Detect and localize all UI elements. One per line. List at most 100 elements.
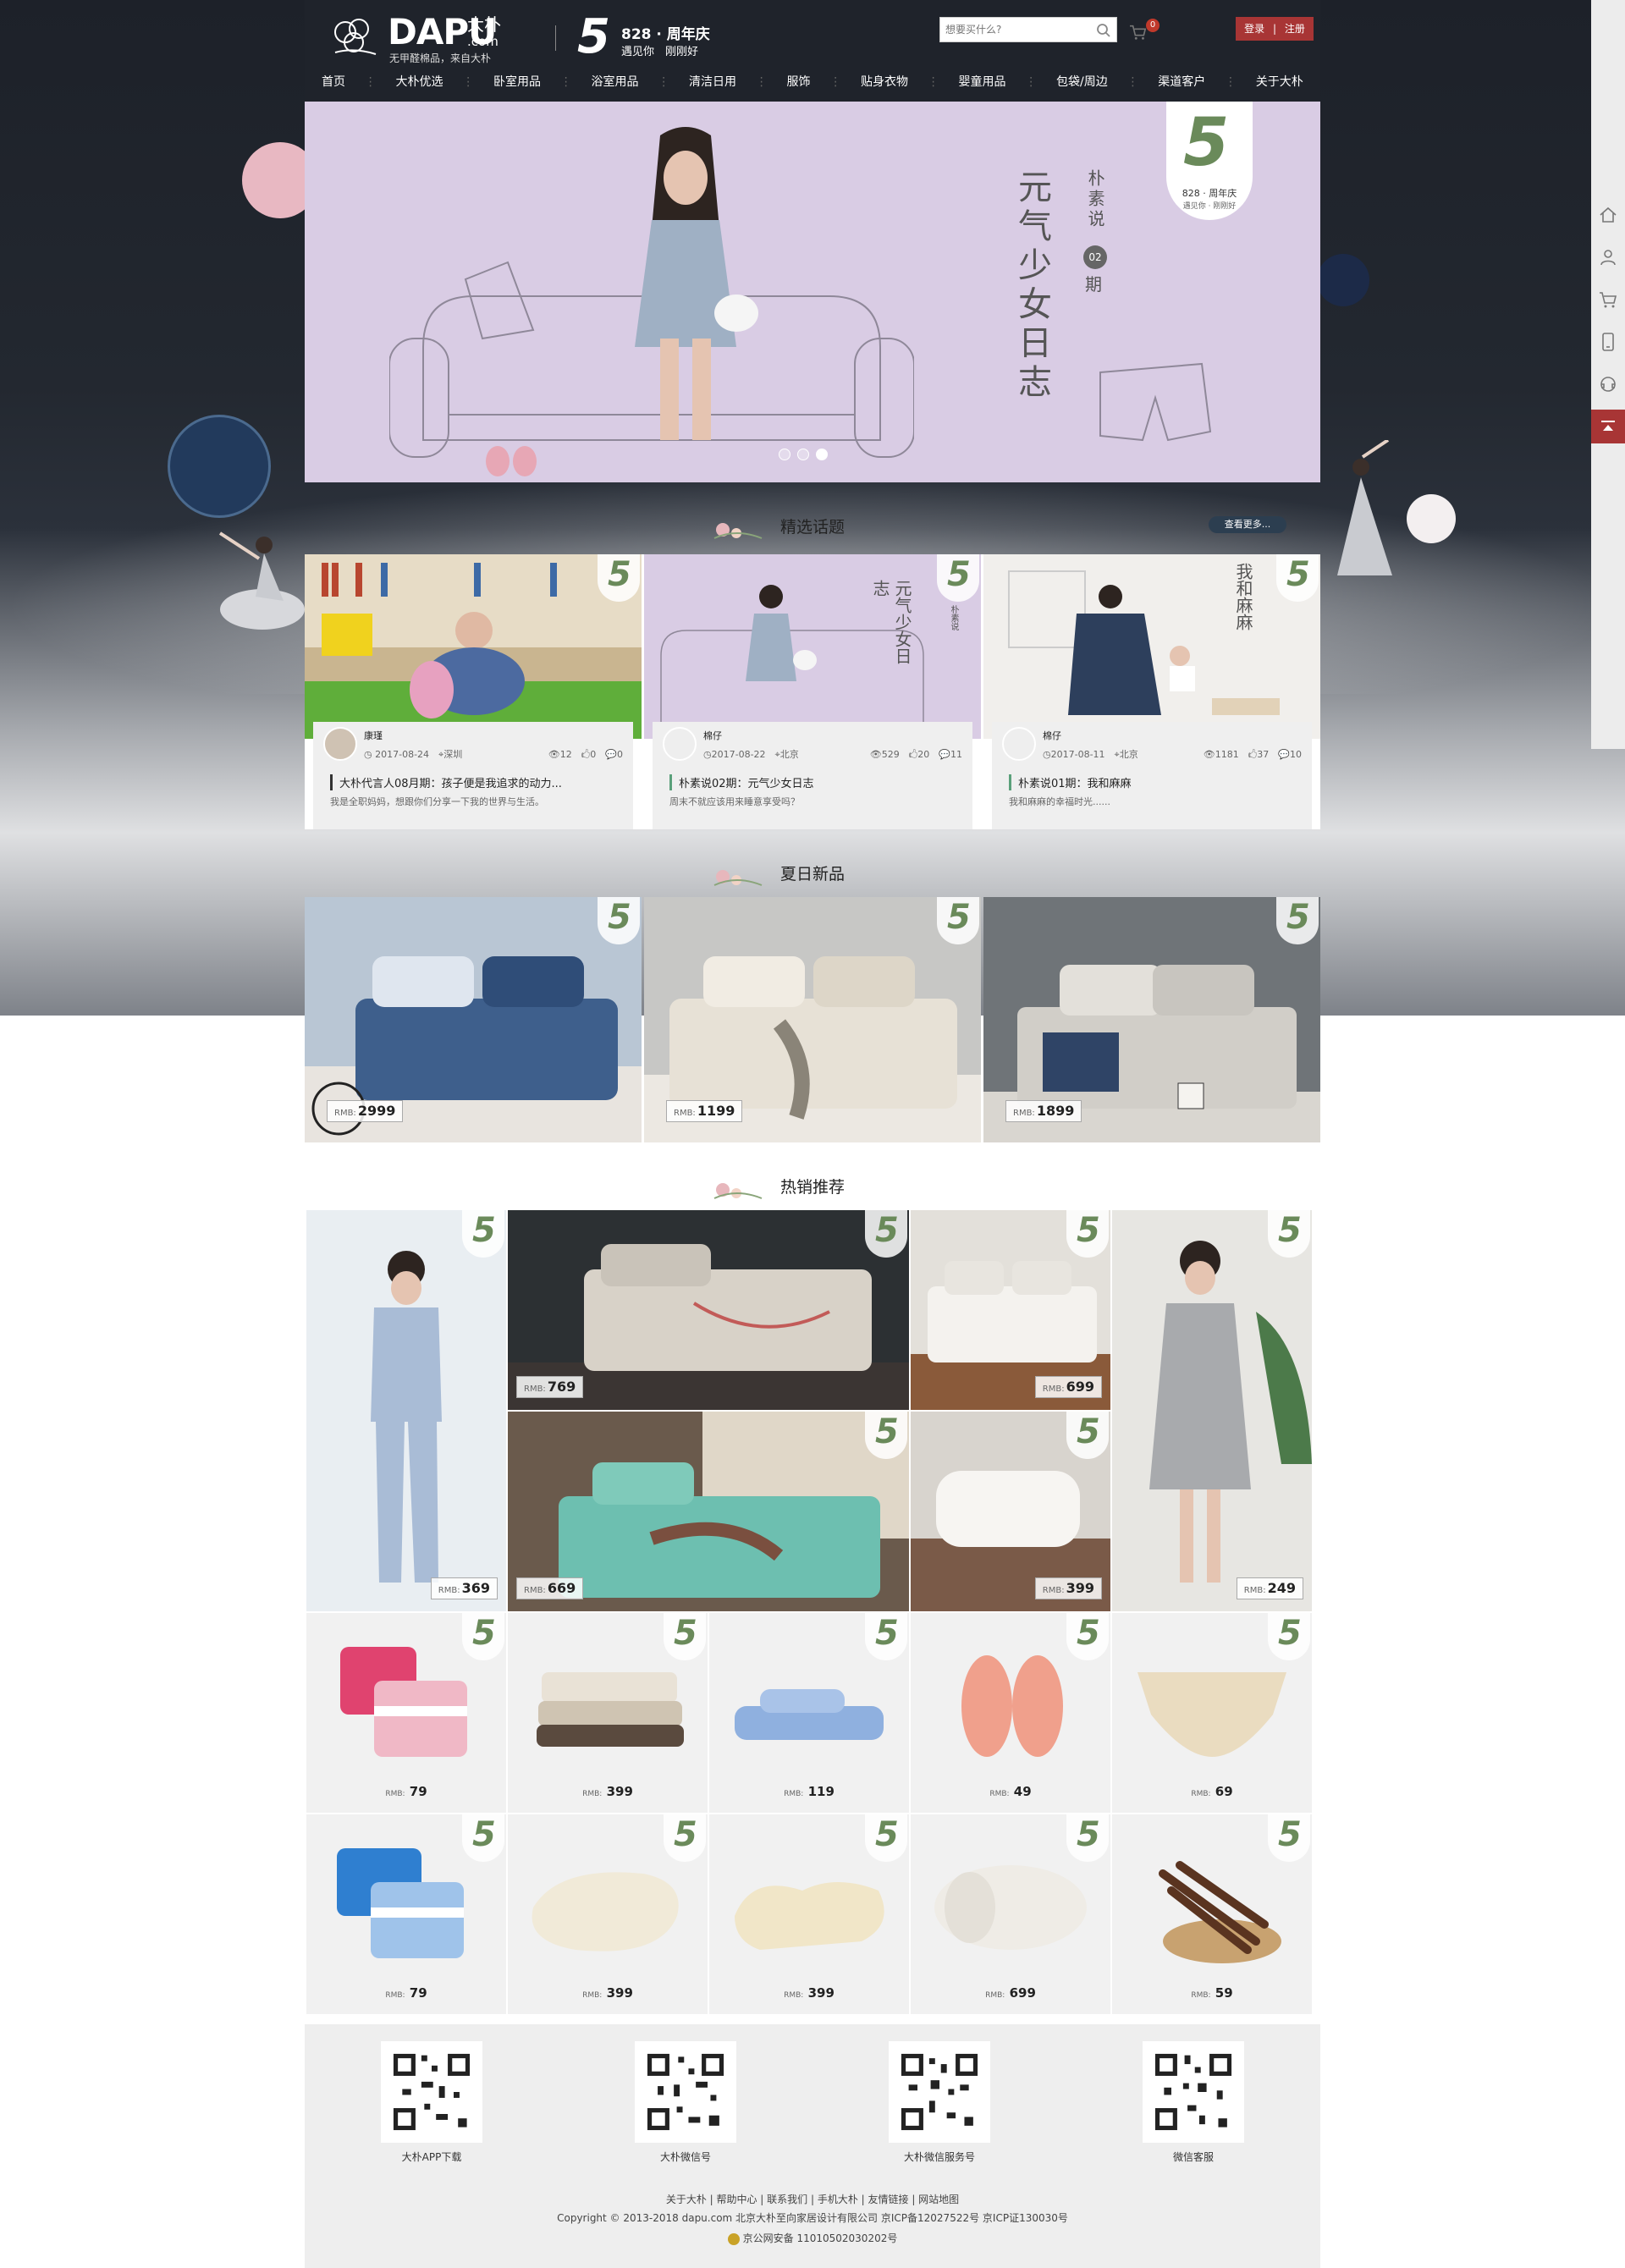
anniversary-badge-icon: 5 bbox=[1268, 1210, 1310, 1258]
search-icon[interactable] bbox=[1096, 23, 1111, 38]
hot-product-card[interactable]: 5 RMB: 79 bbox=[306, 1613, 506, 1813]
search-box bbox=[939, 17, 1117, 42]
hot-product-card[interactable]: 5 RMB: 399 bbox=[911, 1412, 1110, 1611]
qr-wechat-support[interactable]: 微信客服 bbox=[1143, 2041, 1244, 2168]
currency-label: RMB: bbox=[1042, 1586, 1065, 1595]
dancer-left-illustration bbox=[218, 531, 305, 630]
nav-about[interactable]: 关于大朴 bbox=[1256, 69, 1303, 95]
hot-product-card[interactable]: 5 RMB: 69 bbox=[1112, 1613, 1312, 1813]
qr-caption: 大朴APP下载 bbox=[401, 2151, 462, 2163]
header-cart[interactable]: 0 bbox=[1129, 19, 1163, 44]
nav-bedroom[interactable]: 卧室用品 bbox=[493, 69, 541, 95]
anniversary-badge-icon: 5 bbox=[1066, 1613, 1109, 1660]
anniversary-mark[interactable]: 5 828 · 周年庆 遇见你 刚刚好 bbox=[577, 12, 721, 63]
hot-product-card[interactable]: 5 RMB: 369 bbox=[306, 1210, 506, 1611]
icp-text[interactable]: 京公网安备 11010502030202号 bbox=[743, 2232, 898, 2244]
hero-banner[interactable]: 元气少女日志 朴素说 02 期 5 828 · 周年庆 遇见你 · 刚刚好 bbox=[305, 102, 1320, 482]
product-price: RMB: 79 bbox=[306, 1985, 506, 2001]
banner-title: 元气少女日志 bbox=[1012, 169, 1051, 403]
product-photo-woman-dress bbox=[1112, 1210, 1312, 1611]
qr-wechat-service[interactable]: 大朴微信服务号 bbox=[889, 2041, 990, 2168]
topic-title[interactable]: 大朴代言人08月期：孩子便是我追求的动力... bbox=[330, 774, 625, 790]
avatar bbox=[1002, 727, 1036, 761]
user-icon[interactable] bbox=[1598, 247, 1618, 267]
home-icon[interactable] bbox=[1598, 205, 1618, 225]
phone-icon[interactable] bbox=[1598, 332, 1618, 352]
carousel-dot[interactable] bbox=[779, 449, 790, 460]
carousel-dots bbox=[779, 449, 846, 464]
banner-girl-photo bbox=[635, 127, 758, 440]
back-to-top-icon bbox=[1601, 421, 1615, 431]
qr-code-icon bbox=[1143, 2041, 1244, 2143]
topic-title[interactable]: 朴素说02期：元气少女日志 bbox=[669, 774, 964, 790]
topic-card[interactable]: 5 康瑾 ◷ 2017-08-24 ⌖深圳 👁12 🖒0 💬0 大朴代言人08月… bbox=[305, 554, 642, 829]
hot-product-card[interactable]: 5 RMB: 59 bbox=[1112, 1814, 1312, 2014]
nav-underwear[interactable]: 贴身衣物 bbox=[861, 69, 908, 95]
hot-product-card[interactable]: 5 RMB: 399 bbox=[709, 1814, 909, 2014]
currency-label: RMB: bbox=[989, 1790, 1010, 1798]
hot-product-card[interactable]: 5 RMB: 399 bbox=[508, 1814, 708, 2014]
topic-card[interactable]: 元气少女日志 朴素说 5 棉仔 ◷2017-08-22 ⌖北京 👁529 🖒20… bbox=[644, 554, 981, 829]
nav-baby[interactable]: 婴童用品 bbox=[959, 69, 1006, 95]
summer-product-card[interactable]: 5 RMB: 2999 bbox=[305, 897, 642, 1142]
login-link[interactable]: 登录 bbox=[1244, 23, 1264, 35]
nav-bathroom[interactable]: 浴室用品 bbox=[592, 69, 639, 95]
topics-more-button[interactable]: 查看更多... bbox=[1209, 516, 1286, 533]
nav-separator: ⋮ bbox=[829, 75, 842, 89]
nav-separator: ⋮ bbox=[1025, 75, 1038, 89]
hot-product-card[interactable]: 5 RMB: 669 bbox=[508, 1412, 909, 1611]
nav-cleaning[interactable]: 清洁日用 bbox=[689, 69, 736, 95]
dancer-right-illustration bbox=[1337, 440, 1392, 575]
product-price: RMB: 399 bbox=[508, 1784, 708, 1799]
carousel-dot-active[interactable] bbox=[816, 449, 828, 460]
product-price: RMB: 69 bbox=[1112, 1784, 1312, 1799]
topic-info: 棉仔 ◷2017-08-22 ⌖北京 👁529 🖒20 💬11 朴素说02期：元… bbox=[653, 722, 972, 829]
summer-products: 5 RMB: 2999 5 RMB: 1199 5 RMB: 1899 bbox=[305, 897, 1320, 1142]
nav-bags[interactable]: 包袋/周边 bbox=[1056, 69, 1108, 95]
topic-city: 深圳 bbox=[443, 749, 463, 760]
hot-product-card[interactable]: 5 RMB: 699 bbox=[911, 1210, 1110, 1410]
hot-product-card[interactable]: 5 RMB: 249 bbox=[1112, 1210, 1312, 1611]
qr-code-icon bbox=[635, 2041, 736, 2143]
hot-product-card[interactable]: 5 RMB: 769 bbox=[508, 1210, 909, 1410]
shorts-line-drawing bbox=[1099, 362, 1212, 442]
qr-caption: 大朴微信服务号 bbox=[903, 2151, 975, 2163]
dapu-logo[interactable]: DAPU 大朴 .com 无甲醛棉品，来自大朴 bbox=[328, 14, 540, 64]
qr-wechat[interactable]: 大朴微信号 bbox=[635, 2041, 736, 2168]
search-input[interactable] bbox=[940, 18, 1084, 41]
nav-channel[interactable]: 渠道客户 bbox=[1158, 69, 1205, 95]
hot-product-card[interactable]: 5 RMB: 49 bbox=[911, 1613, 1110, 1813]
topic-card[interactable]: 我和麻麻 5 棉仔 ◷2017-08-11 ⌖北京 👁1181 🖒37 💬10 … bbox=[983, 554, 1320, 829]
hot-product-card[interactable]: 5 RMB: 119 bbox=[709, 1613, 909, 1813]
topic-title[interactable]: 朴素说01期：我和麻麻 bbox=[1009, 774, 1303, 790]
header-divider bbox=[555, 25, 556, 51]
qr-app-download[interactable]: 大朴APP下载 bbox=[381, 2041, 482, 2168]
service-icon[interactable] bbox=[1598, 374, 1618, 394]
currency-label: RMB: bbox=[1042, 1384, 1065, 1394]
anniversary-badge-icon: 5 bbox=[1066, 1814, 1109, 1862]
hot-product-card[interactable]: 5 RMB: 699 bbox=[911, 1814, 1110, 2014]
summer-product-card[interactable]: 5 RMB: 1899 bbox=[983, 897, 1320, 1142]
banner-anniversary-badge: 5 828 · 周年庆 遇见你 · 刚刚好 bbox=[1166, 102, 1253, 220]
back-to-top-button[interactable] bbox=[1591, 410, 1625, 443]
deco-circle-white-right bbox=[1407, 494, 1456, 543]
summer-product-card[interactable]: 5 RMB: 1199 bbox=[644, 897, 981, 1142]
topic-comments: 10 bbox=[1290, 749, 1302, 760]
nav-home[interactable]: 首页 bbox=[322, 69, 345, 95]
register-link[interactable]: 注册 bbox=[1285, 23, 1305, 35]
carousel-dot[interactable] bbox=[797, 449, 809, 460]
nav-apparel[interactable]: 服饰 bbox=[787, 69, 811, 95]
currency-label: RMB: bbox=[582, 1790, 603, 1798]
product-price: RMB: 1899 bbox=[1005, 1100, 1082, 1122]
nav-dapu-select[interactable]: 大朴优选 bbox=[396, 69, 443, 95]
topic-city: 北京 bbox=[779, 749, 799, 760]
hot-product-card[interactable]: 5 RMB: 79 bbox=[306, 1814, 506, 2014]
anniversary-badge-icon: 5 bbox=[462, 1613, 504, 1660]
currency-label: RMB: bbox=[438, 1586, 460, 1595]
anniversary-title: 828 · 周年庆 bbox=[621, 26, 710, 43]
price-value: 69 bbox=[1215, 1784, 1233, 1799]
cart-icon[interactable] bbox=[1598, 289, 1618, 310]
hot-product-card[interactable]: 5 RMB: 399 bbox=[508, 1613, 708, 1813]
footer-links[interactable]: 关于大朴 | 帮助中心 | 联系我们 | 手机大朴 | 友情链接 | 网站地图 bbox=[305, 2192, 1320, 2206]
logo-slogan: 无甲醛棉品，来自大朴 bbox=[389, 52, 492, 64]
